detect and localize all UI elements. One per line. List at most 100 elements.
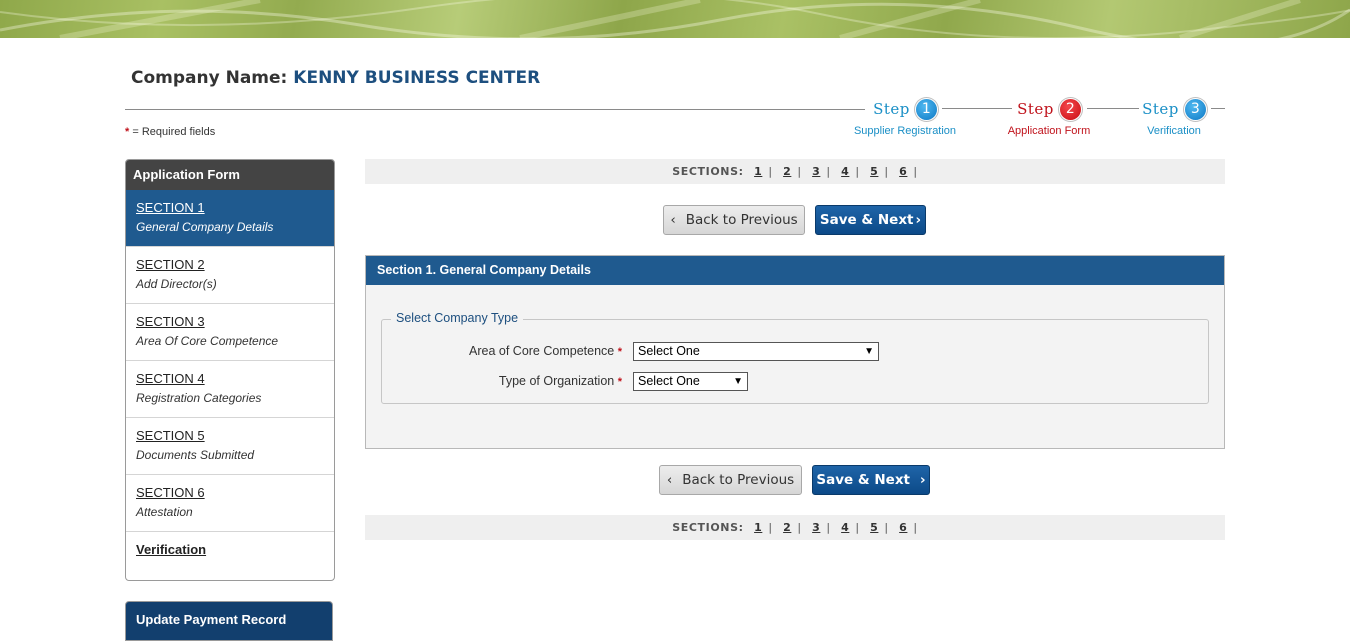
sidebar-item-title[interactable]: SECTION 2 [136,247,334,272]
required-star-icon: * [125,126,130,138]
required-fields-note: * = Required fields [125,126,215,138]
sidebar-item-section-3[interactable]: SECTION 3 Area Of Core Competence [126,304,334,361]
header-divider [125,109,865,110]
organization-type-label-text: Type of Organization [498,374,615,388]
separator: | [855,521,860,534]
required-fields-text: = Required fields [132,126,216,138]
separator: | [913,521,918,534]
sidebar-item-title[interactable]: SECTION 6 [136,475,334,500]
required-star-icon: * [617,376,622,388]
chevron-right-icon: › [920,472,926,488]
chevron-down-icon: ▼ [733,376,743,387]
core-competence-select[interactable]: Select One ▼ [633,342,879,361]
banner-pattern [0,0,1350,38]
section-link-1[interactable]: 1 [754,165,762,178]
separator: | [826,165,831,178]
sidebar-item-title[interactable]: SECTION 1 [136,190,334,215]
sidebar-title: Application Form [126,160,334,190]
section-link-3[interactable]: 3 [812,165,820,178]
header-banner [0,0,1350,38]
back-to-previous-button[interactable]: ‹ Back to Previous [663,205,805,235]
sidebar-item-desc: General Company Details [136,220,274,234]
company-name: Company Name: KENNY BUSINESS CENTER [131,68,540,88]
step-3-word: Step [1142,100,1179,118]
section-link-4[interactable]: 4 [841,521,849,534]
section-link-5[interactable]: 5 [870,521,878,534]
separator: | [826,521,831,534]
update-payment-record-button[interactable]: Update Payment Record [125,601,333,641]
sidebar-item-desc: Add Director(s) [136,277,217,291]
sections-label: SECTIONS: [672,165,744,178]
save-and-next-button-bottom[interactable]: Save & Next › [812,465,930,495]
section-link-6[interactable]: 6 [899,521,907,534]
save-and-next-button[interactable]: Save & Next › [815,205,926,235]
sidebar-item-section-5[interactable]: SECTION 5 Documents Submitted [126,418,334,475]
step-3-number: 3 [1184,98,1206,120]
step-2-number: 2 [1059,98,1081,120]
chevron-right-icon: › [915,212,922,228]
section-link-1[interactable]: 1 [754,521,762,534]
chevron-left-icon: ‹ [670,212,676,228]
sidebar-item-section-4[interactable]: SECTION 4 Registration Categories [126,361,334,418]
sidebar-nav: Application Form SECTION 1 General Compa… [125,159,335,581]
sections-nav-bottom: SECTIONS: 1 | 2 | 3 | 4 | 5 | 6 | [365,515,1225,540]
company-name-value: KENNY BUSINESS CENTER [293,68,541,88]
back-to-previous-label: Back to Previous [682,472,795,488]
sidebar-item-section-1[interactable]: SECTION 1 General Company Details [126,190,334,247]
fieldset-legend: Select Company Type [391,311,524,325]
separator: | [855,165,860,178]
step-2: Step 2 Application Form [979,96,1119,137]
chevron-left-icon: ‹ [666,472,673,488]
progress-steps: Step 1 Supplier Registration Step 2 Appl… [845,96,1235,146]
sidebar-item-title[interactable]: Verification [136,532,334,557]
separator: | [768,521,773,534]
section-link-3[interactable]: 3 [812,521,820,534]
section-1-panel: Section 1. General Company Details Selec… [365,255,1225,449]
sections-nav-top: SECTIONS: 1 | 2 | 3 | 4 | 5 | 6 | [365,159,1225,184]
step-2-caption: Application Form [1007,125,1091,137]
save-and-next-label: Save & Next [819,212,914,228]
sidebar-item-title[interactable]: SECTION 3 [136,304,334,329]
step-1: Step 1 Supplier Registration [835,96,975,137]
sidebar-item-title[interactable]: SECTION 4 [136,361,334,386]
sidebar-item-desc: Attestation [136,505,193,519]
organization-type-selected: Select One [638,374,700,388]
sidebar-item-desc: Registration Categories [136,391,262,405]
section-link-5[interactable]: 5 [870,165,878,178]
sidebar-item-desc: Documents Submitted [136,448,255,462]
section-link-2[interactable]: 2 [783,521,791,534]
separator: | [884,521,889,534]
core-competence-label-text: Area of Core Competence [469,344,615,358]
company-type-fieldset: Select Company Type Area of Core Compete… [381,311,1209,404]
step-connector-3 [1211,108,1225,109]
separator: | [797,165,802,178]
step-1-number: 1 [915,98,937,120]
separator: | [884,165,889,178]
back-to-previous-button-bottom[interactable]: ‹ Back to Previous [659,465,802,495]
sidebar-item-verification[interactable]: Verification [126,532,334,572]
step-1-word: Step [873,100,910,118]
separator: | [913,165,918,178]
sidebar-item-section-6[interactable]: SECTION 6 Attestation [126,475,334,532]
save-and-next-label: Save & Next [816,472,910,488]
core-competence-selected: Select One [638,344,700,358]
section-link-6[interactable]: 6 [899,165,907,178]
sections-label: SECTIONS: [672,521,744,534]
organization-type-select[interactable]: Select One ▼ [633,372,748,391]
chevron-down-icon: ▼ [864,346,874,357]
back-to-previous-label: Back to Previous [685,212,798,228]
sidebar-item-desc: Area Of Core Competence [136,334,279,348]
section-link-2[interactable]: 2 [783,165,791,178]
company-name-label: Company Name: [131,68,288,88]
core-competence-label: Area of Core Competence * [382,344,622,358]
step-2-word: Step [1017,100,1054,118]
organization-type-label: Type of Organization * [382,374,622,388]
separator: | [768,165,773,178]
sidebar-item-title[interactable]: SECTION 5 [136,418,334,443]
required-star-icon: * [617,346,622,358]
sidebar-item-section-2[interactable]: SECTION 2 Add Director(s) [126,247,334,304]
panel-title: Section 1. General Company Details [366,256,1224,285]
step-1-caption: Supplier Registration [853,125,957,137]
section-link-4[interactable]: 4 [841,165,849,178]
step-3-caption: Verification [1147,125,1201,137]
